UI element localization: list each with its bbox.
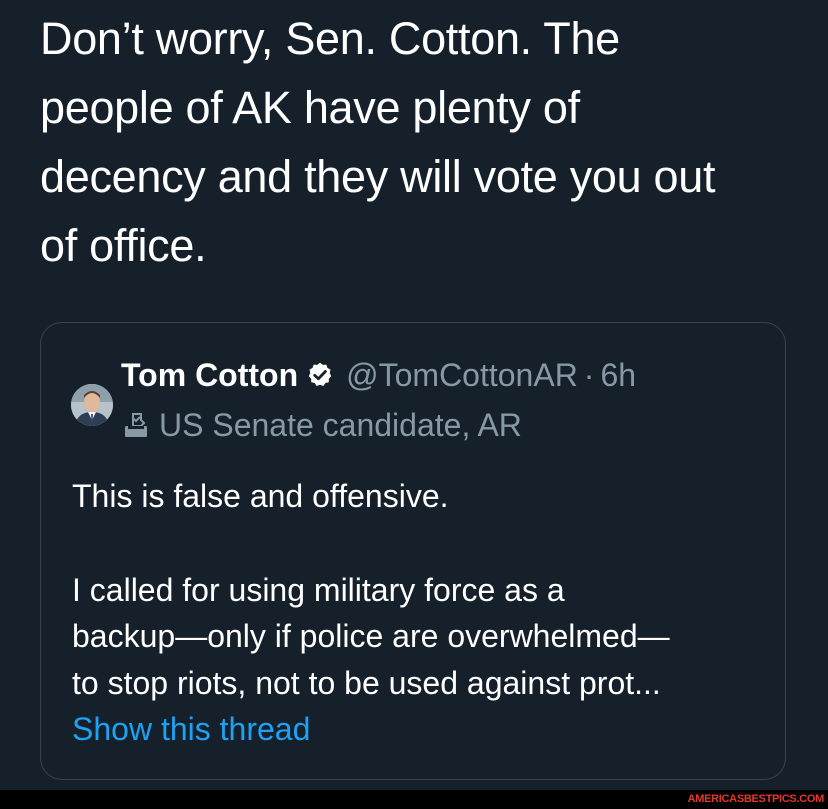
watermark-text: AMERICASBESTPICS.COM (687, 793, 825, 805)
ballot-box-icon (121, 410, 151, 440)
verified-badge-icon (306, 361, 334, 389)
body-paragraph: This is false and offensive. (72, 478, 449, 514)
tweet-text: Don’t worry, Sen. Cotton. The people of … (40, 4, 800, 280)
tweet-text-line: Don’t worry, Sen. Cotton. The (40, 13, 620, 64)
quoted-tweet-body: This is false and offensive. I called fo… (72, 473, 772, 752)
election-label: US Senate candidate, AR (121, 403, 522, 447)
author-handle[interactable]: @TomCottonAR (346, 357, 578, 394)
show-thread-link[interactable]: Show this thread (72, 706, 772, 752)
body-line: backup—only if police are overwhelmed— (72, 618, 670, 654)
quoted-tweet-header: Tom Cotton @TomCottonAR · 6h (121, 355, 636, 395)
body-line: I called for using military force as a (72, 571, 565, 608)
author-name[interactable]: Tom Cotton (121, 357, 298, 394)
label-text: US Senate candidate, AR (159, 406, 522, 443)
avatar[interactable] (71, 384, 113, 426)
quoted-tweet-card[interactable]: Tom Cotton @TomCottonAR · 6h US Senate c… (40, 322, 786, 780)
watermark-bar: AMERICASBESTPICS.COM (0, 790, 828, 809)
separator-dot: · (583, 356, 595, 393)
timestamp[interactable]: 6h (600, 357, 636, 394)
tweet-text-line: people of AK have plenty of (40, 82, 580, 133)
tweet-text-line: of office. (40, 220, 207, 271)
body-line: to stop riots, not to be used against pr… (72, 664, 661, 701)
tweet-text-line: decency and they will vote you out (40, 151, 716, 202)
avatar-image (71, 384, 113, 426)
